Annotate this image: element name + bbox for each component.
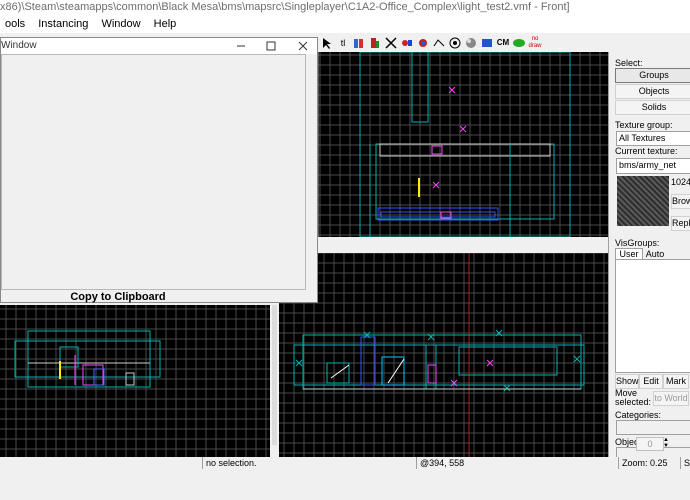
viewport-front[interactable] xyxy=(279,253,608,457)
copy-to-clipboard-button[interactable]: Copy to Clipboard xyxy=(1,290,235,304)
browse-button[interactable]: Brow xyxy=(671,194,690,209)
toolbar: tl CM no draw xyxy=(318,33,600,52)
select-label: Select: xyxy=(615,58,643,68)
viewport-side[interactable] xyxy=(0,305,270,457)
horizontal-splitter[interactable] xyxy=(318,237,608,253)
objects-count-stepper[interactable]: ▲ ▼ xyxy=(662,437,670,449)
to-world-button[interactable]: to World xyxy=(653,391,689,406)
output-window: Window Copy to Clipboard xyxy=(0,37,318,303)
room-outline xyxy=(293,344,585,386)
visgroups-list[interactable] xyxy=(615,259,690,373)
menu-help[interactable]: Help xyxy=(149,16,182,33)
current-texture-label: Current texture: xyxy=(615,146,678,156)
menu-bar: ools Instancing Window Help xyxy=(0,16,690,33)
objects-count: 0 xyxy=(647,439,653,449)
groups-button[interactable]: Groups xyxy=(615,68,690,83)
menu-instancing[interactable]: Instancing xyxy=(33,16,93,33)
entity-tool-icon[interactable] xyxy=(368,36,382,50)
texture-preview xyxy=(617,176,669,226)
viewport-top[interactable] xyxy=(318,52,608,237)
status-zoom: Zoom: 0.25 xyxy=(618,457,682,469)
mark-button[interactable]: Mark xyxy=(663,374,689,389)
show-button[interactable]: Show xyxy=(615,374,639,389)
wall-outline xyxy=(379,143,551,157)
status-snap: Sn xyxy=(680,457,690,469)
visgroups-label: VisGroups: xyxy=(615,238,660,248)
objects-count-field[interactable]: 0 xyxy=(636,437,664,451)
copy-to-clipboard-label: Copy to Clipboard xyxy=(70,291,166,303)
show-all-icon[interactable] xyxy=(480,36,494,50)
tl-label: tl xyxy=(340,37,346,48)
texture-size: 1024x xyxy=(671,177,690,187)
light-entity xyxy=(381,356,405,386)
texture-group-select[interactable]: All Textures xyxy=(616,131,690,146)
objects-button[interactable]: Objects xyxy=(615,84,690,99)
leaf-icon[interactable] xyxy=(512,36,526,50)
menu-window[interactable]: Window xyxy=(96,16,145,33)
viewport-top-canvas[interactable] xyxy=(318,52,608,237)
output-window-title: Window xyxy=(1,40,37,51)
categories-label: Categories: xyxy=(615,410,662,420)
no-draw-label: no draw xyxy=(528,35,542,49)
text-lock-icon[interactable]: tl xyxy=(336,36,350,50)
output-window-titlebar: Window xyxy=(1,38,317,54)
current-texture-field[interactable]: bms/army_net xyxy=(616,158,690,174)
viewport-front-canvas[interactable] xyxy=(279,253,608,457)
sphere-icon[interactable] xyxy=(464,36,478,50)
brush-outline xyxy=(360,336,376,386)
move-selected-label: Move selected: xyxy=(615,388,652,407)
mask-icon[interactable] xyxy=(432,36,446,50)
no-draw-icon[interactable]: no draw xyxy=(528,36,542,50)
window-title: x86)\Steam\steamapps\common\Black Mesa\b… xyxy=(0,1,570,13)
cut-tool-icon[interactable] xyxy=(384,36,398,50)
cm-label: CM xyxy=(496,37,510,47)
vertical-splitter[interactable] xyxy=(270,303,279,457)
status-coordinates: @394, 558 xyxy=(416,457,618,469)
window-title-bar: x86)\Steam\steamapps\common\Black Mesa\b… xyxy=(0,0,690,16)
tab-auto[interactable]: Auto xyxy=(642,249,668,259)
select-tool-icon[interactable] xyxy=(320,36,334,50)
bottom-edge xyxy=(0,470,690,500)
group-toggle-icon[interactable] xyxy=(352,36,366,50)
cm-icon[interactable]: CM xyxy=(496,36,510,50)
ignore-group-icon[interactable] xyxy=(400,36,414,50)
edit-button[interactable]: Edit xyxy=(639,374,663,389)
cordon-icon[interactable] xyxy=(448,36,462,50)
viewport-side-canvas[interactable] xyxy=(0,305,270,457)
replace-button[interactable]: Repla xyxy=(671,216,690,231)
output-text-area[interactable] xyxy=(1,54,306,290)
texture-group-label: Texture group: xyxy=(615,120,673,130)
status-selection: no selection. xyxy=(202,457,417,469)
solids-button[interactable]: Solids xyxy=(615,100,690,115)
categories-select[interactable] xyxy=(616,420,690,435)
menu-tools[interactable]: ools xyxy=(0,16,30,33)
light-entity xyxy=(427,364,437,384)
hide-icon[interactable] xyxy=(416,36,430,50)
tool-panel: Select: Groups Objects Solids Texture gr… xyxy=(608,52,690,462)
status-bar: no selection. @394, 558 Zoom: 0.25 Sn xyxy=(0,457,690,470)
